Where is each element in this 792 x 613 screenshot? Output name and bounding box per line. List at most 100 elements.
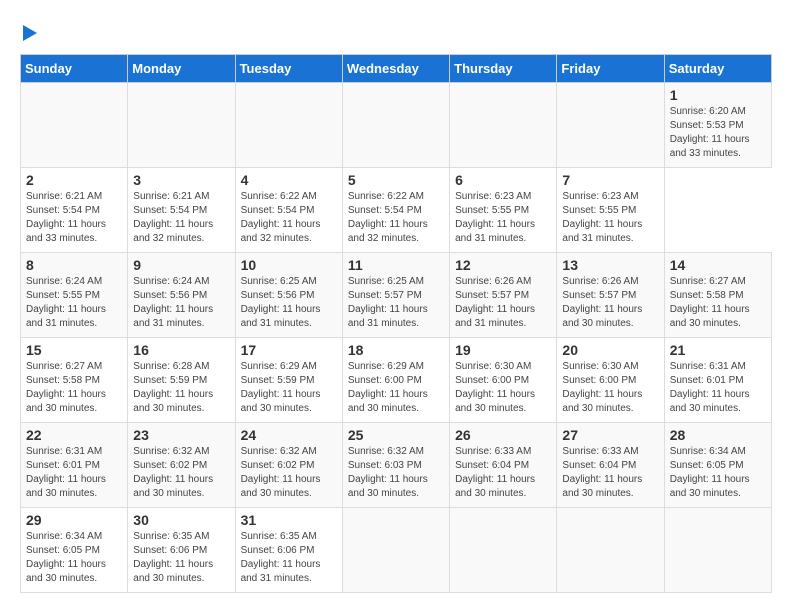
day-number: 1 [670,87,766,103]
day-info: Sunrise: 6:22 AM Sunset: 5:54 PM Dayligh… [241,190,337,246]
day-number: 11 [348,257,444,273]
day-number: 14 [670,257,766,273]
day-number: 7 [562,172,658,188]
day-info: Sunrise: 6:29 AM Sunset: 6:00 PM Dayligh… [348,360,444,416]
calendar-cell: 25 Sunrise: 6:32 AM Sunset: 6:03 PM Dayli… [342,423,449,508]
day-number: 16 [133,342,229,358]
day-number: 13 [562,257,658,273]
day-number: 24 [241,427,337,443]
calendar-cell: 18 Sunrise: 6:29 AM Sunset: 6:00 PM Dayli… [342,338,449,423]
calendar-cell: 9 Sunrise: 6:24 AM Sunset: 5:56 PM Daylig… [128,253,235,338]
header-saturday: Saturday [664,55,771,83]
calendar-table: SundayMondayTuesdayWednesdayThursdayFrid… [20,54,772,593]
day-number: 19 [455,342,551,358]
calendar-cell [557,508,664,593]
logo-arrow-icon [23,25,37,41]
day-info: Sunrise: 6:21 AM Sunset: 5:54 PM Dayligh… [133,190,229,246]
week-row-2: 8Sunrise: 6:24 AM Sunset: 5:55 PM Daylig… [21,253,772,338]
calendar-cell: 1 Sunrise: 6:20 AM Sunset: 5:53 PM Daylig… [664,83,771,168]
calendar-body: 1 Sunrise: 6:20 AM Sunset: 5:53 PM Daylig… [21,83,772,593]
calendar-cell: 3 Sunrise: 6:21 AM Sunset: 5:54 PM Daylig… [128,168,235,253]
day-info: Sunrise: 6:31 AM Sunset: 6:01 PM Dayligh… [670,360,766,416]
day-number: 30 [133,512,229,528]
logo [20,20,37,44]
week-row-5: 29 Sunrise: 6:34 AM Sunset: 6:05 PM Dayli… [21,508,772,593]
calendar-cell: 12 Sunrise: 6:26 AM Sunset: 5:57 PM Dayli… [450,253,557,338]
day-info: Sunrise: 6:23 AM Sunset: 5:55 PM Dayligh… [455,190,551,246]
calendar-cell: 20 Sunrise: 6:30 AM Sunset: 6:00 PM Dayli… [557,338,664,423]
calendar-cell [450,508,557,593]
calendar-cell: 6 Sunrise: 6:23 AM Sunset: 5:55 PM Daylig… [450,168,557,253]
day-number: 12 [455,257,551,273]
day-number: 6 [455,172,551,188]
day-number: 9 [133,257,229,273]
page-header [20,20,772,44]
calendar-cell: 10 Sunrise: 6:25 AM Sunset: 5:56 PM Dayli… [235,253,342,338]
day-info: Sunrise: 6:23 AM Sunset: 5:55 PM Dayligh… [562,190,658,246]
day-number: 18 [348,342,444,358]
calendar-header: SundayMondayTuesdayWednesdayThursdayFrid… [21,55,772,83]
day-info: Sunrise: 6:35 AM Sunset: 6:06 PM Dayligh… [133,530,229,586]
calendar-cell: 26Sunrise: 6:33 AM Sunset: 6:04 PM Dayli… [450,423,557,508]
day-info: Sunrise: 6:27 AM Sunset: 5:58 PM Dayligh… [670,275,766,331]
day-info: Sunrise: 6:21 AM Sunset: 5:54 PM Dayligh… [26,190,122,246]
calendar-cell: 17 Sunrise: 6:29 AM Sunset: 5:59 PM Dayli… [235,338,342,423]
calendar-cell: 5Sunrise: 6:22 AM Sunset: 5:54 PM Daylig… [342,168,449,253]
day-info: Sunrise: 6:33 AM Sunset: 6:04 PM Dayligh… [455,445,551,501]
day-number: 4 [241,172,337,188]
calendar-cell [235,83,342,168]
day-number: 21 [670,342,766,358]
calendar-cell [342,83,449,168]
header-thursday: Thursday [450,55,557,83]
calendar-cell [21,83,128,168]
day-info: Sunrise: 6:35 AM Sunset: 6:06 PM Dayligh… [241,530,337,586]
week-row-3: 15Sunrise: 6:27 AM Sunset: 5:58 PM Dayli… [21,338,772,423]
day-info: Sunrise: 6:30 AM Sunset: 6:00 PM Dayligh… [455,360,551,416]
calendar-cell [342,508,449,593]
calendar-cell: 29 Sunrise: 6:34 AM Sunset: 6:05 PM Dayli… [21,508,128,593]
day-info: Sunrise: 6:33 AM Sunset: 6:04 PM Dayligh… [562,445,658,501]
calendar-cell: 30 Sunrise: 6:35 AM Sunset: 6:06 PM Dayli… [128,508,235,593]
header-friday: Friday [557,55,664,83]
day-info: Sunrise: 6:25 AM Sunset: 5:57 PM Dayligh… [348,275,444,331]
header-sunday: Sunday [21,55,128,83]
day-info: Sunrise: 6:31 AM Sunset: 6:01 PM Dayligh… [26,445,122,501]
day-info: Sunrise: 6:34 AM Sunset: 6:05 PM Dayligh… [26,530,122,586]
calendar-cell: 23Sunrise: 6:32 AM Sunset: 6:02 PM Dayli… [128,423,235,508]
calendar-cell: 31Sunrise: 6:35 AM Sunset: 6:06 PM Dayli… [235,508,342,593]
day-number: 28 [670,427,766,443]
day-info: Sunrise: 6:32 AM Sunset: 6:03 PM Dayligh… [348,445,444,501]
day-info: Sunrise: 6:30 AM Sunset: 6:00 PM Dayligh… [562,360,658,416]
day-number: 2 [26,172,122,188]
calendar-cell: 8Sunrise: 6:24 AM Sunset: 5:55 PM Daylig… [21,253,128,338]
day-number: 10 [241,257,337,273]
calendar-cell: 22Sunrise: 6:31 AM Sunset: 6:01 PM Dayli… [21,423,128,508]
day-number: 17 [241,342,337,358]
day-info: Sunrise: 6:24 AM Sunset: 5:56 PM Dayligh… [133,275,229,331]
calendar-cell [557,83,664,168]
day-number: 25 [348,427,444,443]
day-number: 5 [348,172,444,188]
day-info: Sunrise: 6:20 AM Sunset: 5:53 PM Dayligh… [670,105,766,161]
calendar-cell: 19 Sunrise: 6:30 AM Sunset: 6:00 PM Dayli… [450,338,557,423]
day-number: 20 [562,342,658,358]
calendar-cell [450,83,557,168]
header-monday: Monday [128,55,235,83]
day-info: Sunrise: 6:29 AM Sunset: 5:59 PM Dayligh… [241,360,337,416]
calendar-cell: 15Sunrise: 6:27 AM Sunset: 5:58 PM Dayli… [21,338,128,423]
day-number: 3 [133,172,229,188]
calendar-cell [128,83,235,168]
calendar-cell: 11 Sunrise: 6:25 AM Sunset: 5:57 PM Dayli… [342,253,449,338]
day-number: 29 [26,512,122,528]
day-info: Sunrise: 6:25 AM Sunset: 5:56 PM Dayligh… [241,275,337,331]
day-number: 23 [133,427,229,443]
calendar-cell: 7 Sunrise: 6:23 AM Sunset: 5:55 PM Daylig… [557,168,664,253]
calendar-cell: 16Sunrise: 6:28 AM Sunset: 5:59 PM Dayli… [128,338,235,423]
calendar-cell: 4 Sunrise: 6:22 AM Sunset: 5:54 PM Daylig… [235,168,342,253]
day-info: Sunrise: 6:32 AM Sunset: 6:02 PM Dayligh… [241,445,337,501]
header-wednesday: Wednesday [342,55,449,83]
header-row: SundayMondayTuesdayWednesdayThursdayFrid… [21,55,772,83]
day-info: Sunrise: 6:27 AM Sunset: 5:58 PM Dayligh… [26,360,122,416]
day-info: Sunrise: 6:26 AM Sunset: 5:57 PM Dayligh… [455,275,551,331]
week-row-0: 1 Sunrise: 6:20 AM Sunset: 5:53 PM Daylig… [21,83,772,168]
